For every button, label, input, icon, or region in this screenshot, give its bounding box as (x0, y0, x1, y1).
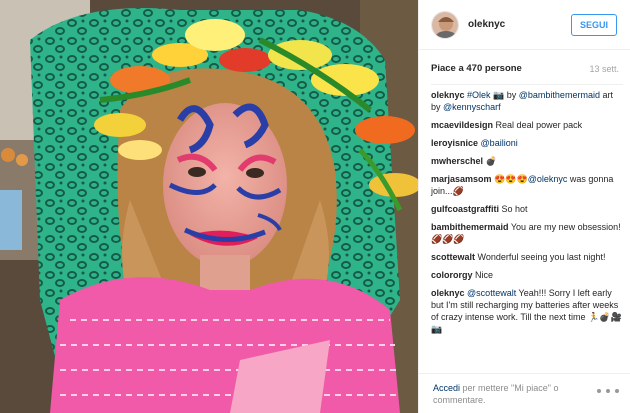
comment-mention-link[interactable]: @scottewalt (467, 288, 516, 298)
comment-mention-link[interactable]: @kennyscharf (443, 102, 501, 112)
comment-text: Real deal power pack (495, 120, 583, 130)
comment-author[interactable]: marjasamsom (431, 174, 492, 184)
login-link[interactable]: Accedi (433, 383, 460, 393)
comment: bambithemermaid You are my new obsession… (431, 221, 623, 245)
comment-text: 💣 (485, 156, 497, 166)
comment-text: So hot (501, 204, 528, 214)
comment: oleknyc #Olek 📷 by @bambithemermaid art … (431, 89, 623, 113)
post-photo[interactable] (0, 0, 418, 413)
comment-author[interactable]: oleknyc (431, 288, 465, 298)
post-timestamp[interactable]: 13 sett. (589, 64, 619, 74)
more-options-dot-icon (597, 389, 601, 393)
comment-text: 📷 by (490, 90, 519, 100)
comment: mwherschel 💣 (431, 155, 623, 167)
more-options-dot-icon (606, 389, 610, 393)
avatar-image (432, 11, 458, 38)
comment-author[interactable]: gulfcoastgraffiti (431, 204, 499, 214)
comment: marjasamsom 😍😍😍@oleknyc was gonna join..… (431, 173, 623, 197)
comment-author[interactable]: leroyisnice (431, 138, 478, 148)
more-options-button[interactable] (597, 386, 619, 396)
post-sidebar: oleknyc SEGUI Piace a 470 persone 13 set… (418, 0, 630, 413)
comment: scottewalt Wonderful seeing you last nig… (431, 251, 623, 263)
comment: mcaevildesign Real deal power pack (431, 119, 623, 131)
more-options-dot-icon (615, 389, 619, 393)
comment-author[interactable]: mwherschel (431, 156, 483, 166)
comment-mention-link[interactable]: #Olek (467, 90, 491, 100)
login-prompt: Accedi per mettere "Mi piace" o commenta… (433, 382, 583, 406)
comment: gulfcoastgraffiti So hot (431, 203, 623, 215)
comment-text: Wonderful seeing you last night! (477, 252, 606, 262)
avatar[interactable] (431, 10, 459, 39)
comment: colororgy Nice (431, 269, 623, 281)
post-header: oleknyc SEGUI (419, 0, 630, 50)
comment-text: Nice (475, 270, 494, 280)
comment: leroyisnice @bailioni (431, 137, 623, 149)
comment-mention-link[interactable]: @oleknyc (528, 174, 568, 184)
post-photo-image (0, 0, 418, 413)
username[interactable]: oleknyc (468, 19, 571, 30)
comment-author[interactable]: bambithemermaid (431, 222, 509, 232)
comment-author[interactable]: oleknyc (431, 90, 465, 100)
likes-count[interactable]: Piace a 470 persone (431, 63, 522, 74)
comment-author[interactable]: colororgy (431, 270, 473, 280)
comment-author[interactable]: mcaevildesign (431, 120, 493, 130)
comment: oleknyc @scottewalt Yeah!!! Sorry I left… (431, 287, 623, 335)
comments-list: oleknyc #Olek 📷 by @bambithemermaid art … (431, 84, 623, 341)
likes-row: Piace a 470 persone 13 sett. (431, 63, 619, 74)
follow-button[interactable]: SEGUI (571, 13, 617, 36)
comment-mention-link[interactable]: @bambithemermaid (519, 90, 600, 100)
comment-text: 😍😍😍 (494, 174, 528, 184)
comment-mention-link[interactable]: @bailioni (481, 138, 518, 148)
comment-footer: Accedi per mettere "Mi piace" o commenta… (419, 373, 630, 413)
comment-author[interactable]: scottewalt (431, 252, 475, 262)
